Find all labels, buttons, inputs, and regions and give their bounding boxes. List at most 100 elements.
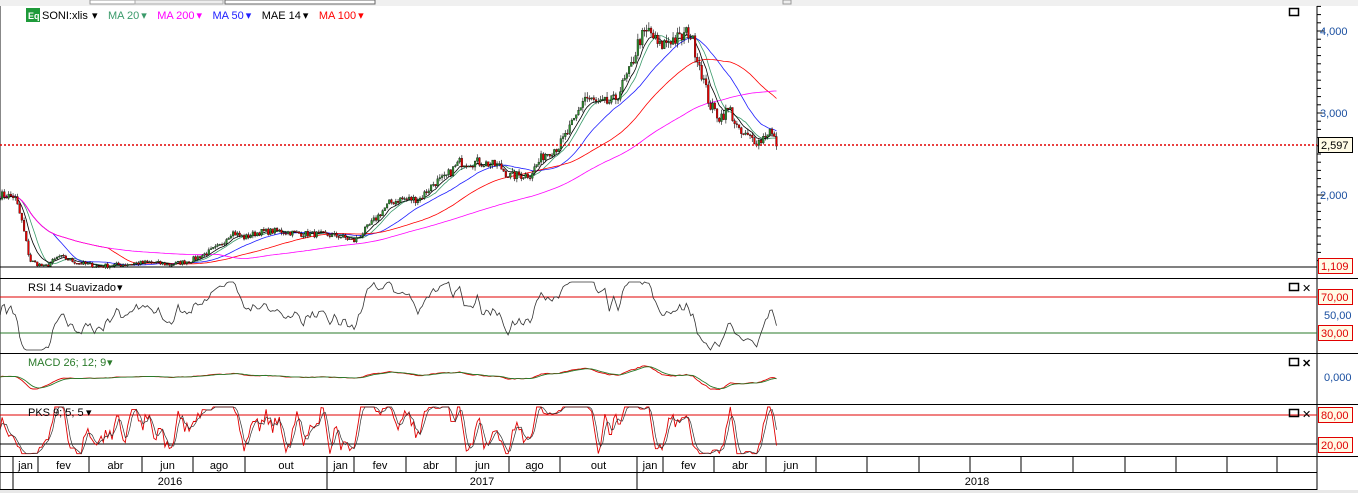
candle-body: [458, 158, 461, 163]
chart-canvas[interactable]: Eq SONI:xlis ▾ MA 20 ▾ MA 200 ▾ MA 50 ▾ MAE 14…: [0, 0, 1358, 493]
candle-body: [595, 99, 598, 102]
candle-body: [562, 136, 565, 139]
candle-body: [612, 94, 615, 96]
candle-body: [705, 78, 708, 86]
macd-dropdown-icon[interactable]: ▾: [107, 357, 113, 369]
candle-body: [379, 214, 382, 217]
candle-body: [551, 154, 554, 157]
candle-body: [405, 198, 408, 200]
month-label: abr: [423, 460, 439, 472]
candle-body: [80, 263, 83, 265]
candle-body: [577, 110, 580, 115]
candle-body: [687, 27, 690, 39]
study-label[interactable]: MA 100: [319, 10, 356, 22]
candle-body: [610, 95, 613, 103]
candle-body: [652, 32, 655, 39]
toolbar-field[interactable]: [224, 0, 376, 5]
symbol-label[interactable]: SONI:xlis: [42, 10, 88, 22]
candle-body: [663, 40, 666, 49]
candle-body: [718, 117, 721, 122]
candle-body: [546, 153, 549, 156]
candle-body: [265, 228, 268, 231]
candle-body: [386, 203, 389, 208]
candle-body: [353, 238, 356, 243]
rsi-dropdown-icon[interactable]: ▾: [117, 282, 123, 294]
candle-body: [421, 197, 424, 200]
candle-body: [394, 201, 397, 205]
candle-body: [251, 231, 254, 237]
candle-body: [661, 40, 664, 49]
candle-body: [738, 124, 741, 128]
macd-title[interactable]: MACD 26; 12; 9: [28, 357, 106, 369]
candle-body: [51, 259, 54, 264]
candle-body: [419, 197, 422, 201]
symbol-dropdown-icon[interactable]: ▾: [92, 10, 98, 22]
candle-body: [588, 98, 591, 100]
candle-body: [531, 173, 534, 179]
close-panel-icon[interactable]: ✕: [1302, 283, 1311, 295]
candle-body: [280, 229, 283, 233]
candle-body: [300, 233, 303, 237]
candle-body: [12, 195, 15, 198]
candle-body: [115, 262, 118, 265]
candle-body: [355, 237, 358, 243]
candle-body: [269, 228, 272, 235]
candle-body: [339, 236, 342, 239]
toolbar-button[interactable]: [782, 0, 792, 5]
candle-body: [337, 236, 340, 238]
candle-body: [713, 102, 716, 110]
study-label[interactable]: MA 50: [213, 10, 244, 22]
candle-body: [137, 262, 140, 265]
candle-body: [771, 128, 774, 134]
pks-dropdown-icon[interactable]: ▾: [86, 407, 92, 419]
candle-body: [152, 262, 155, 264]
candle-body: [768, 128, 771, 135]
candle-body: [67, 259, 70, 261]
close-panel-icon[interactable]: ✕: [1302, 409, 1311, 421]
macd-zero-value: 0,000: [1324, 372, 1352, 384]
candle-body: [18, 203, 21, 214]
candle-body: [625, 73, 628, 79]
candle-body: [548, 153, 551, 157]
pks-title[interactable]: PKS 9; 5; 5: [28, 407, 84, 419]
candle-body: [357, 237, 360, 239]
candle-body: [27, 240, 30, 255]
candle-body: [669, 41, 672, 45]
study-dropdown-icon[interactable]: ▾: [197, 10, 203, 22]
candle-body: [190, 262, 193, 264]
candle-body: [573, 118, 576, 121]
candle-body: [364, 226, 367, 234]
candle-body: [245, 234, 248, 240]
candle-body: [509, 173, 512, 178]
toolbar-field[interactable]: [134, 0, 224, 5]
candle-body: [201, 255, 204, 259]
candle-body: [751, 135, 754, 138]
month-label: ago: [210, 460, 228, 472]
rsi-title[interactable]: RSI 14 Suavizado: [28, 282, 116, 294]
study-label[interactable]: MAE 14: [262, 10, 301, 22]
candle-body: [766, 134, 769, 138]
candle-body: [108, 265, 111, 268]
month-label: out: [591, 460, 606, 472]
candle-body: [287, 231, 290, 234]
candle-body: [284, 233, 287, 235]
close-panel-icon[interactable]: ✕: [1302, 358, 1311, 370]
candle-body: [97, 265, 100, 267]
study-dropdown-icon[interactable]: ▾: [141, 10, 147, 22]
study-dropdown-icon[interactable]: ▾: [358, 10, 364, 22]
study-dropdown-icon[interactable]: ▾: [303, 10, 309, 22]
candle-body: [3, 191, 6, 198]
study-label[interactable]: MA 200: [157, 10, 194, 22]
study-dropdown-icon[interactable]: ▾: [246, 10, 252, 22]
candle-body: [93, 266, 96, 268]
candle-body: [53, 258, 56, 260]
month-label: jun: [474, 460, 490, 472]
candle-body: [603, 96, 606, 100]
candle-body: [478, 157, 481, 166]
candle-body: [254, 231, 257, 237]
candle-body: [542, 153, 545, 161]
candle-body: [238, 232, 241, 236]
study-label[interactable]: MA 20: [108, 10, 139, 22]
candle-body: [350, 238, 353, 240]
candle-body: [95, 265, 98, 267]
